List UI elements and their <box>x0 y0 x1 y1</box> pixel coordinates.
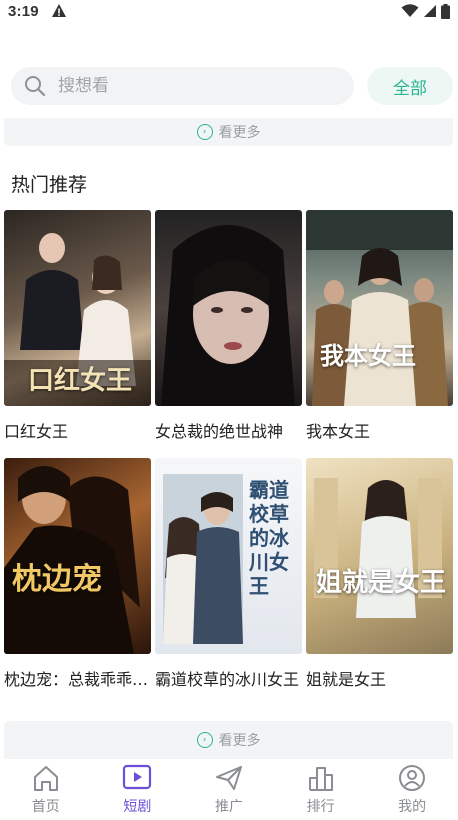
all-button[interactable]: 全部 <box>367 67 453 105</box>
status-bar: 3:19 <box>0 0 458 22</box>
warning-icon <box>51 4 66 17</box>
poster-title: 姐就是女王 <box>316 568 447 598</box>
tab-promote[interactable]: 推广 <box>183 759 275 820</box>
drama-card[interactable]: 我本女王 我本女王 <box>306 210 453 442</box>
tab-home[interactable]: 首页 <box>0 759 92 820</box>
drama-card[interactable]: 女总裁的绝世战神 <box>155 210 302 442</box>
poster-title: 霸道校草的冰川女王 <box>249 478 289 598</box>
search-icon <box>25 76 46 97</box>
status-icons <box>401 3 450 19</box>
tab-label: 推广 <box>214 798 243 815</box>
signal-icon <box>424 5 436 17</box>
drama-poster[interactable]: 霸道校草的冰川女王 <box>155 458 302 654</box>
search-input[interactable] <box>58 76 318 96</box>
chevron-right-icon: › <box>196 732 213 748</box>
see-more-bottom[interactable]: › 看更多 <box>4 721 453 759</box>
tab-label: 首页 <box>31 798 60 815</box>
tab-label: 排行 <box>306 798 335 815</box>
poster-title: 我本女王 <box>320 342 416 370</box>
see-more-label: 看更多 <box>218 125 261 141</box>
drama-card[interactable]: 口红女王 口红女王 <box>4 210 151 442</box>
paper-plane-icon <box>215 765 242 790</box>
drama-title: 枕边宠：总裁乖乖叫女王 <box>4 670 151 689</box>
poster-title: 口红女王 <box>28 366 133 396</box>
drama-poster[interactable]: 姐就是女王 <box>306 458 453 654</box>
tab-shorts[interactable]: 短剧 <box>92 759 184 820</box>
drama-title: 姐就是女王 <box>306 670 387 689</box>
drama-card[interactable]: 霸道校草的冰川女王 霸道校草的冰川女王 <box>155 458 302 690</box>
poster-art <box>306 210 453 406</box>
status-time: 3:19 <box>8 2 39 20</box>
home-icon <box>33 765 58 791</box>
bottom-tab-bar: 首页 短剧 推广 排行 我的 <box>0 759 458 820</box>
search-row: 全部 <box>11 67 453 105</box>
search-box[interactable] <box>11 67 354 105</box>
drama-poster[interactable]: 口红女王 <box>4 210 151 406</box>
poster-title: 枕边宠 <box>12 562 102 597</box>
tab-ranking[interactable]: 排行 <box>275 759 367 820</box>
drama-card[interactable]: 枕边宠 枕边宠：总裁乖乖叫女王 <box>4 458 151 690</box>
tab-label: 短剧 <box>123 798 152 815</box>
bar-chart-icon <box>308 766 333 791</box>
drama-poster[interactable]: 枕边宠 <box>4 458 151 654</box>
drama-title: 我本女王 <box>306 422 371 441</box>
poster-art <box>314 478 442 618</box>
drama-title: 口红女王 <box>4 422 69 441</box>
wifi-icon <box>401 4 419 17</box>
drama-card[interactable]: 姐就是女王 姐就是女王 <box>306 458 453 690</box>
drama-title: 霸道校草的冰川女王 <box>155 670 300 689</box>
see-more-label: 看更多 <box>218 733 261 749</box>
drama-poster[interactable] <box>155 210 302 406</box>
play-icon <box>123 764 152 789</box>
see-more-top[interactable]: › 看更多 <box>4 118 453 146</box>
tab-label: 我的 <box>398 798 427 815</box>
chevron-right-icon: › <box>196 124 213 140</box>
battery-icon <box>441 3 450 19</box>
drama-title: 女总裁的绝世战神 <box>155 422 284 441</box>
poster-art <box>161 225 295 406</box>
section-title: 热门推荐 <box>11 174 88 196</box>
tab-mine[interactable]: 我的 <box>366 759 458 820</box>
user-icon <box>399 764 426 791</box>
drama-poster[interactable]: 我本女王 <box>306 210 453 406</box>
